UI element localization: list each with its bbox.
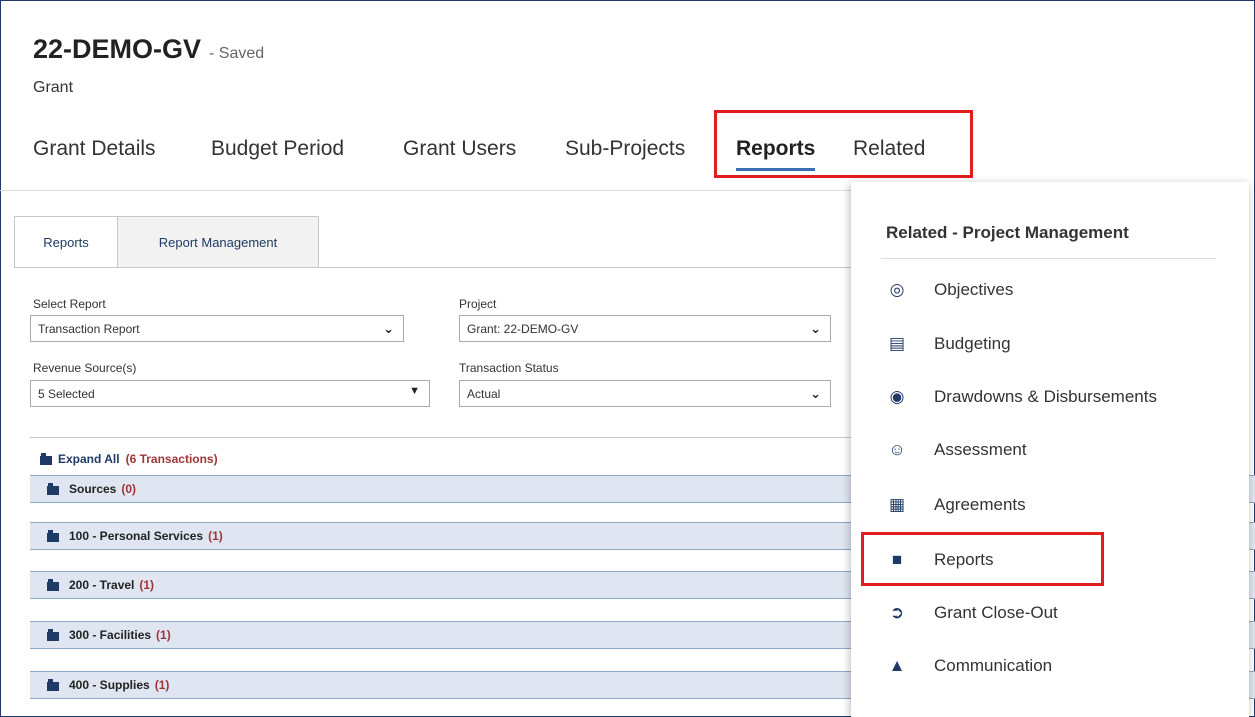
record-type: Grant bbox=[33, 79, 74, 96]
group-name: 100 - Personal Services bbox=[69, 529, 204, 543]
transaction-status-value: Actual bbox=[467, 386, 501, 401]
project-label: Project bbox=[459, 297, 497, 311]
header-divider bbox=[0, 190, 860, 191]
folder-icon bbox=[47, 579, 59, 591]
select-report-value: Transaction Report bbox=[38, 321, 140, 336]
folder-icon bbox=[40, 453, 52, 465]
menu-item-reports[interactable]: ■ Reports bbox=[886, 550, 994, 570]
menu-item-agreements[interactable]: ▦ Agreements bbox=[886, 495, 1026, 515]
menu-item-budgeting[interactable]: ▤ Budgeting bbox=[886, 334, 1011, 354]
menu-item-label: Drawdowns & Disbursements bbox=[934, 387, 1157, 406]
folder-icon bbox=[47, 679, 59, 691]
transaction-status-dropdown[interactable]: Actual ⌄ bbox=[459, 380, 831, 407]
page-header: 22-DEMO-GV - Saved bbox=[33, 34, 264, 65]
revenue-source-multiselect[interactable]: 5 Selected ▼ bbox=[30, 380, 430, 407]
group-count: (0) bbox=[121, 482, 137, 496]
form-divider bbox=[30, 437, 860, 438]
menu-item-assessment[interactable]: ☺ Assessment bbox=[886, 440, 1027, 460]
menu-item-communication[interactable]: ▲ Communication bbox=[886, 656, 1053, 676]
agreement-icon: ▦ bbox=[888, 495, 906, 514]
close-out-icon: ➲ bbox=[889, 603, 905, 622]
menu-item-label: Reports bbox=[934, 550, 994, 569]
menu-item-label: Communication bbox=[934, 656, 1053, 675]
chart-icon: ■ bbox=[891, 550, 903, 569]
transaction-count: (6 Transactions) bbox=[125, 452, 218, 466]
select-report-label: Select Report bbox=[33, 297, 106, 311]
assessment-icon: ☺ bbox=[888, 440, 906, 459]
chevron-down-icon: ⌄ bbox=[810, 321, 821, 336]
folder-icon bbox=[47, 483, 59, 495]
subtab-reports[interactable]: Reports bbox=[14, 216, 118, 268]
menu-item-drawdowns[interactable]: ◉ Drawdowns & Disbursements bbox=[886, 387, 1157, 407]
folder-icon bbox=[47, 629, 59, 641]
group-count: (1) bbox=[154, 678, 170, 692]
menu-item-label: Assessment bbox=[934, 440, 1027, 459]
group-name: 200 - Travel bbox=[69, 578, 135, 592]
revenue-source-label: Revenue Source(s) bbox=[33, 361, 137, 375]
folder-icon bbox=[47, 530, 59, 542]
group-count: (1) bbox=[139, 578, 155, 592]
related-menu-title: Related - Project Management bbox=[886, 223, 1129, 242]
related-dropdown-menu: Related - Project Management ◎ Objective… bbox=[851, 182, 1249, 717]
revenue-source-value: 5 Selected bbox=[38, 386, 95, 401]
transaction-status-label: Transaction Status bbox=[459, 361, 559, 375]
expand-all-button[interactable]: Expand All (6 Transactions) bbox=[40, 452, 218, 466]
money-bag-icon: ◉ bbox=[889, 387, 905, 406]
menu-item-label: Agreements bbox=[934, 495, 1026, 514]
menu-item-label: Budgeting bbox=[934, 334, 1011, 353]
group-count: (1) bbox=[156, 628, 171, 642]
menu-divider bbox=[881, 258, 1216, 259]
page-title: 22-DEMO-GV bbox=[33, 34, 202, 64]
menu-item-label: Grant Close-Out bbox=[934, 603, 1058, 622]
menu-item-grant-close-out[interactable]: ➲ Grant Close-Out bbox=[886, 603, 1058, 623]
tab-grant-users[interactable]: Grant Users bbox=[403, 137, 516, 161]
tab-related[interactable]: Related bbox=[853, 137, 925, 161]
tab-budget-period[interactable]: Budget Period bbox=[211, 137, 344, 161]
group-name: 300 - Facilities bbox=[69, 628, 152, 642]
menu-item-label: Objectives bbox=[934, 280, 1014, 299]
project-value: Grant: 22-DEMO-GV bbox=[467, 321, 579, 336]
chat-icon: ▲ bbox=[888, 656, 906, 675]
select-report-dropdown[interactable]: Transaction Report ⌄ bbox=[30, 315, 404, 342]
chevron-down-icon: ⌄ bbox=[383, 321, 394, 336]
tab-sub-projects[interactable]: Sub-Projects bbox=[565, 137, 685, 161]
caret-down-icon: ▼ bbox=[409, 385, 420, 397]
tab-grant-details[interactable]: Grant Details bbox=[33, 137, 156, 161]
group-count: (1) bbox=[208, 529, 223, 543]
project-dropdown[interactable]: Grant: 22-DEMO-GV ⌄ bbox=[459, 315, 831, 342]
chevron-down-icon: ⌄ bbox=[810, 386, 821, 401]
expand-all-label: Expand All bbox=[58, 452, 120, 466]
group-name: Sources bbox=[69, 482, 117, 496]
group-name: 400 - Supplies bbox=[69, 678, 150, 692]
subtab-report-management[interactable]: Report Management bbox=[117, 216, 319, 268]
subtab-divider bbox=[14, 267, 860, 268]
save-status: - Saved bbox=[209, 45, 265, 62]
tab-reports[interactable]: Reports bbox=[736, 137, 816, 171]
target-icon: ◎ bbox=[889, 280, 905, 299]
menu-item-objectives[interactable]: ◎ Objectives bbox=[886, 280, 1014, 300]
budget-icon: ▤ bbox=[888, 334, 906, 353]
